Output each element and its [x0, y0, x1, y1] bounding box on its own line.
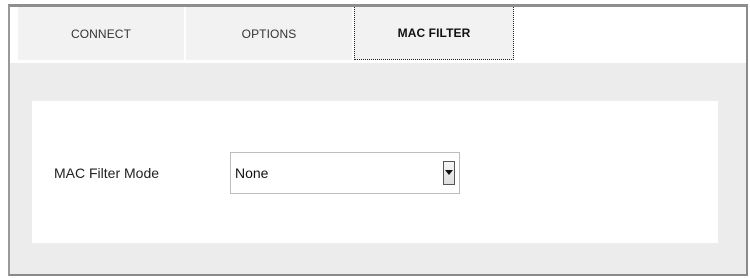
- tab-content-area: MAC Filter Mode None: [10, 63, 746, 274]
- mac-filter-mode-label: MAC Filter Mode: [54, 165, 160, 181]
- tab-mac-filter-label: MAC FILTER: [397, 26, 471, 40]
- tab-options-label: OPTIONS: [241, 26, 297, 41]
- mac-filter-mode-value: None: [235, 165, 269, 181]
- settings-window: CONNECT OPTIONS MAC FILTER MAC Filter Mo…: [8, 4, 748, 276]
- chevron-down-icon[interactable]: [443, 161, 455, 185]
- tab-mac-filter[interactable]: MAC FILTER: [354, 7, 514, 60]
- tab-connect-label: CONNECT: [70, 26, 132, 41]
- tab-connect[interactable]: CONNECT: [18, 7, 184, 60]
- mac-filter-panel: MAC Filter Mode None: [32, 101, 718, 243]
- chevron-down-icon-glyph: [445, 170, 453, 175]
- mac-filter-mode-select[interactable]: None: [230, 152, 460, 194]
- tab-bar: CONNECT OPTIONS MAC FILTER: [10, 7, 746, 63]
- tab-options[interactable]: OPTIONS: [186, 7, 352, 60]
